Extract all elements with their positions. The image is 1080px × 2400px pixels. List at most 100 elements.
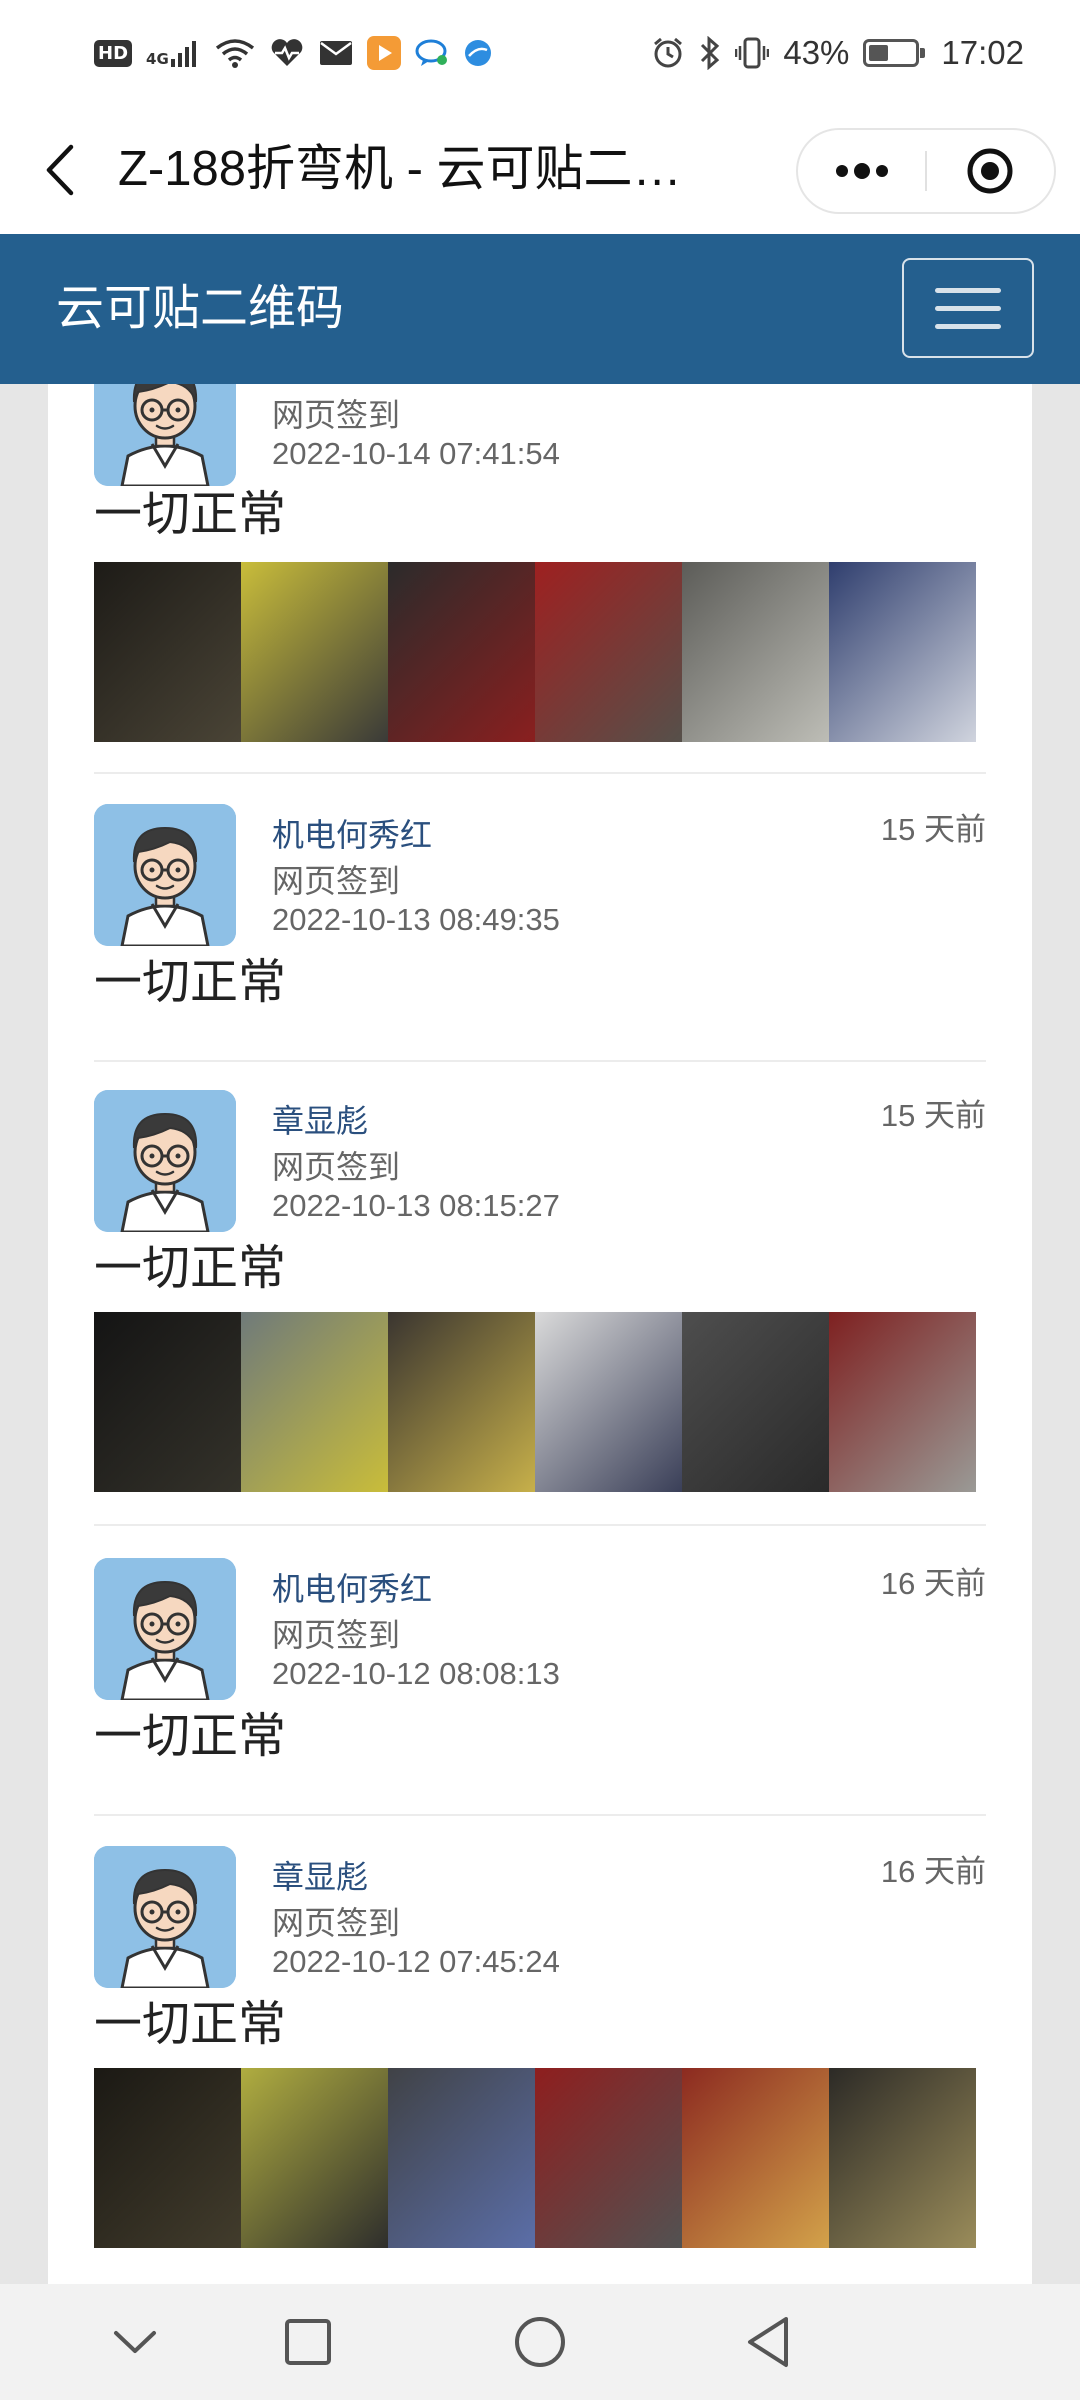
battery-icon — [863, 39, 926, 67]
status-text: 一切正常 — [94, 1710, 287, 1763]
more-dots-icon — [835, 163, 888, 179]
home-button[interactable] — [480, 2284, 600, 2400]
battery-level — [869, 45, 889, 61]
status-bar-right: 43% 17:02 — [651, 30, 1024, 76]
relative-time: 15 天前 — [880, 1098, 986, 1133]
clock: 17:02 — [941, 34, 1024, 71]
chat-bubble-icon — [415, 38, 449, 68]
list-item[interactable]: 机电何秀红 16 天前 网页签到 2022-10-12 08:08:13 一切正… — [94, 1558, 986, 1838]
photo-strip — [94, 562, 976, 742]
timestamp: 2022-10-12 08:08:13 — [272, 1656, 560, 1691]
timestamp: 2022-10-13 08:49:35 — [272, 902, 560, 937]
back-triangle-icon — [748, 2317, 788, 2367]
mini-program-title-bar: Z-188折弯机 - 云可贴二维码 — [0, 106, 1080, 234]
photo-thumbnail[interactable] — [241, 562, 388, 742]
photo-thumbnail[interactable] — [241, 1312, 388, 1492]
photo-thumbnail[interactable] — [829, 2068, 976, 2248]
photo-strip — [94, 1312, 976, 1492]
photo-thumbnail[interactable] — [388, 1312, 535, 1492]
home-circle-icon — [515, 2317, 565, 2367]
divider — [94, 772, 986, 774]
avatar — [94, 1090, 236, 1232]
action-label: 网页签到 — [272, 863, 401, 899]
more-button[interactable] — [798, 130, 925, 212]
photo-thumbnail[interactable] — [535, 1312, 682, 1492]
network-label: 4G — [146, 50, 169, 68]
capsule-menu — [796, 128, 1056, 214]
recent-apps-square-icon — [285, 2319, 331, 2365]
chevron-down-icon — [114, 2331, 156, 2353]
close-mini-program-button[interactable] — [927, 130, 1054, 212]
relative-time: 15 天前 — [880, 812, 986, 847]
avatar — [94, 804, 236, 946]
brand-link[interactable]: 云可贴二维码 — [56, 274, 344, 344]
photo-thumbnail[interactable] — [388, 562, 535, 742]
hide-nav-button[interactable] — [75, 2284, 195, 2400]
photo-thumbnail[interactable] — [682, 2068, 829, 2248]
avatar — [94, 1846, 236, 1988]
action-label: 网页签到 — [272, 397, 401, 433]
back-button[interactable] — [38, 142, 82, 198]
photo-thumbnail[interactable] — [241, 2068, 388, 2248]
divider — [94, 1814, 986, 1816]
status-text: 一切正常 — [94, 956, 287, 1009]
system-navigation-bar — [0, 2284, 1080, 2400]
relative-time: 16 天前 — [880, 1566, 986, 1601]
battery-percent: 43% — [783, 34, 850, 71]
chevron-left-icon — [46, 144, 74, 196]
site-navbar: 云可贴二维码 — [0, 234, 1080, 384]
avatar — [94, 384, 236, 486]
alarm-icon — [651, 36, 685, 70]
photo-thumbnail[interactable] — [829, 562, 976, 742]
photo-thumbnail[interactable] — [94, 2068, 241, 2248]
hamburger-icon — [935, 323, 1001, 329]
photo-strip — [94, 2068, 976, 2248]
browser-globe-icon — [463, 38, 493, 68]
action-label: 网页签到 — [272, 1905, 401, 1941]
action-label: 网页签到 — [272, 1617, 401, 1653]
page-title: Z-188折弯机 - 云可贴二维码 — [118, 142, 698, 196]
back-nav-button[interactable] — [708, 2284, 828, 2400]
photo-thumbnail[interactable] — [535, 2068, 682, 2248]
author-name[interactable]: 章显彪 — [272, 1096, 368, 1142]
mail-icon — [319, 40, 353, 66]
photo-thumbnail[interactable] — [535, 562, 682, 742]
video-app-icon — [366, 36, 401, 70]
photo-thumbnail[interactable] — [388, 2068, 535, 2248]
wifi-icon — [215, 38, 255, 68]
target-circle-icon — [967, 148, 1013, 194]
hd-badge: HD — [94, 39, 133, 67]
relative-time: 16 天前 — [880, 1854, 986, 1889]
photo-thumbnail[interactable] — [682, 562, 829, 742]
hamburger-icon — [935, 305, 1001, 311]
status-bar: HD 4G 43% 17:02 — [0, 0, 1080, 106]
bluetooth-icon — [699, 36, 721, 70]
recent-apps-button[interactable] — [248, 2284, 368, 2400]
photo-thumbnail[interactable] — [94, 562, 241, 742]
status-text: 一切正常 — [94, 1242, 287, 1295]
hamburger-menu-button[interactable] — [902, 258, 1034, 358]
timestamp: 2022-10-12 07:45:24 — [272, 1944, 560, 1979]
list-item[interactable]: 机电何秀红 15 天前 网页签到 2022-10-13 08:49:35 一切正… — [94, 804, 986, 1084]
timestamp: 2022-10-14 07:41:54 — [272, 436, 560, 471]
photo-thumbnail[interactable] — [682, 1312, 829, 1492]
author-name[interactable]: 机电何秀红 — [272, 810, 432, 856]
status-text: 一切正常 — [94, 1998, 287, 2051]
avatar — [94, 1558, 236, 1700]
heart-health-icon — [269, 38, 305, 68]
action-label: 网页签到 — [272, 1149, 401, 1185]
hamburger-icon — [935, 287, 1001, 293]
status-text: 一切正常 — [94, 488, 287, 541]
photo-thumbnail[interactable] — [829, 1312, 976, 1492]
list-item[interactable]: 章显彪 15 天前 网页签到 2022-10-13 08:15:27 一切正常 — [94, 1090, 986, 1550]
list-item[interactable]: 章显彪 16 天前 网页签到 2022-10-12 07:45:24 一切正常 — [94, 1846, 986, 2284]
author-name[interactable]: 章显彪 — [272, 1852, 368, 1898]
timestamp: 2022-10-13 08:15:27 — [272, 1188, 560, 1223]
vibrate-icon — [735, 36, 770, 70]
checkin-list: 网页签到 2022-10-14 07:41:54 一切正常 机电何秀红 15 天… — [48, 384, 1032, 2284]
signal-icon: 4G — [146, 39, 201, 67]
author-name[interactable]: 机电何秀红 — [272, 1564, 432, 1610]
photo-thumbnail[interactable] — [94, 1312, 241, 1492]
status-bar-left: HD 4G — [94, 30, 493, 76]
divider — [94, 1524, 986, 1526]
